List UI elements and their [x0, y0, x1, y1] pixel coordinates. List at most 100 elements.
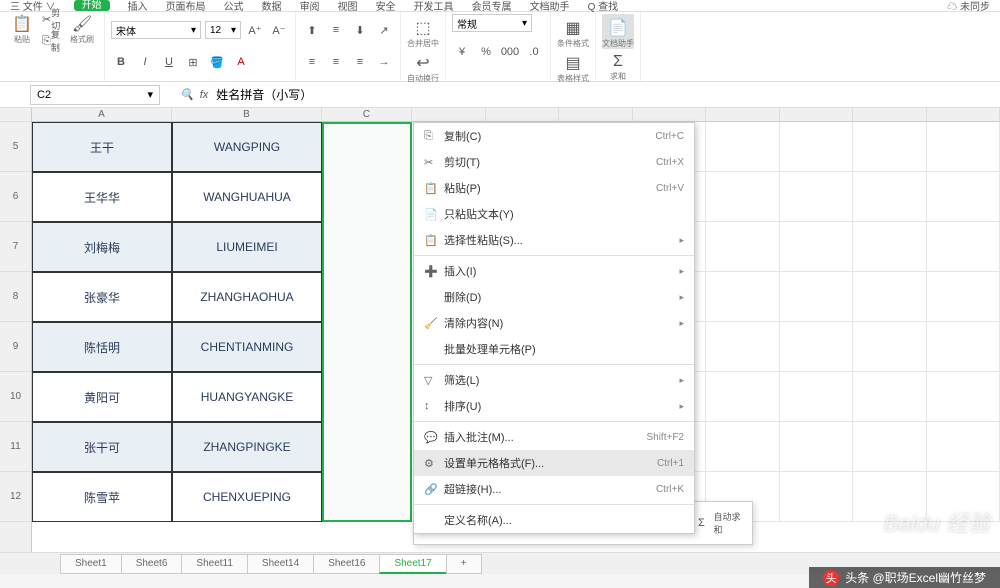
- attribution-text: 头条 @职场Excel幽竹丝梦: [845, 569, 986, 586]
- mini-sum-icon[interactable]: Σ: [693, 514, 709, 532]
- menu-item-link[interactable]: 🔗超链接(H)...Ctrl+K: [414, 476, 694, 502]
- menu-item-cut[interactable]: ✂剪切(T)Ctrl+X: [414, 149, 694, 175]
- cell-a11[interactable]: 张干可: [32, 422, 172, 472]
- row-header[interactable]: 8: [0, 272, 31, 322]
- align-center-icon[interactable]: ≡: [326, 52, 346, 72]
- chevron-down-icon: ▾: [147, 88, 153, 101]
- menu-item-item[interactable]: 删除(D)▸: [414, 284, 694, 310]
- row-header[interactable]: 10: [0, 372, 31, 422]
- sheet-tab-sheet17[interactable]: Sheet17: [379, 554, 446, 574]
- fill-color-icon[interactable]: 🪣: [207, 52, 227, 72]
- cut-icon: ✂: [424, 156, 444, 169]
- menu-item-insert[interactable]: ➕插入(I)▸: [414, 258, 694, 284]
- doc-helper-button[interactable]: 📄文档助手: [602, 14, 634, 49]
- row-header[interactable]: 5: [0, 122, 31, 172]
- cell-b6[interactable]: WANGHUAHUA: [172, 172, 322, 222]
- orient-icon[interactable]: ↗: [374, 20, 394, 40]
- copy-icon: ⎘: [424, 130, 444, 143]
- add-sheet-button[interactable]: +: [446, 554, 482, 574]
- decrease-font-icon[interactable]: A⁻: [269, 20, 289, 40]
- align-bot-icon[interactable]: ⬇: [350, 20, 370, 40]
- cell-style-button[interactable]: ▤表格样式: [557, 49, 589, 84]
- cell-a10[interactable]: 黄阳可: [32, 372, 172, 422]
- cell-a12[interactable]: 陈雪苹: [32, 472, 172, 522]
- menu-item-item[interactable]: 定义名称(A)...: [414, 507, 694, 533]
- sheet-tab-sheet14[interactable]: Sheet14: [247, 554, 314, 574]
- row-header[interactable]: 12: [0, 472, 31, 522]
- ribbon: 📋粘贴 ✂ 剪切 ⎘ 复制 🖌格式刷 宋体▾ 12▾ A⁺ A⁻ B I U ⊞…: [0, 12, 1000, 82]
- menu-item-filter[interactable]: ▽筛选(L)▸: [414, 367, 694, 393]
- cell-b9[interactable]: CHENTIANMING: [172, 322, 322, 372]
- format-painter[interactable]: 🖌格式刷: [66, 10, 98, 50]
- indent-icon[interactable]: →: [374, 52, 394, 72]
- row-header[interactable]: 11: [0, 422, 31, 472]
- menu-item-copy[interactable]: ⎘复制(C)Ctrl+C: [414, 123, 694, 149]
- menu-item-paste[interactable]: 📋粘贴(P)Ctrl+V: [414, 175, 694, 201]
- clear-icon: 🧹: [424, 317, 444, 330]
- underline-icon[interactable]: U: [159, 52, 179, 72]
- percent-icon[interactable]: %: [476, 42, 496, 62]
- chevron-right-icon: ▸: [679, 235, 684, 246]
- font-color-icon[interactable]: A: [231, 52, 251, 72]
- align-mid-icon[interactable]: ≡: [326, 20, 346, 40]
- increase-font-icon[interactable]: A⁺: [245, 20, 265, 40]
- row-header[interactable]: 9: [0, 322, 31, 372]
- copy-button[interactable]: ⎘ 复制: [42, 31, 62, 51]
- menu-item-format[interactable]: ⚙设置单元格格式(F)...Ctrl+1: [414, 450, 694, 476]
- col-header-a[interactable]: A: [32, 108, 172, 122]
- menu-item-comment[interactable]: 💬插入批注(M)...Shift+F2: [414, 424, 694, 450]
- cell-a5[interactable]: 王干: [32, 122, 172, 172]
- cell-b10[interactable]: HUANGYANGKE: [172, 372, 322, 422]
- chevron-right-icon: ▸: [679, 375, 684, 386]
- cell-b7[interactable]: LIUMEIMEI: [172, 222, 322, 272]
- sheet-tab-sheet16[interactable]: Sheet16: [313, 554, 380, 574]
- menu-item-paste-sp2[interactable]: 📋选择性粘贴(S)...▸: [414, 227, 694, 253]
- paste-button[interactable]: 📋粘贴: [6, 10, 38, 50]
- cut-button[interactable]: ✂ 剪切: [42, 9, 62, 29]
- cell-b11[interactable]: ZHANGPINGKE: [172, 422, 322, 472]
- chevron-right-icon: ▸: [679, 266, 684, 277]
- row-header[interactable]: 7: [0, 222, 31, 272]
- number-format-select[interactable]: 常规▾: [452, 14, 532, 32]
- cell-a6[interactable]: 王华华: [32, 172, 172, 222]
- format-icon: ⚙: [424, 457, 444, 470]
- align-right-icon[interactable]: ≡: [350, 52, 370, 72]
- comma-icon[interactable]: 000: [500, 42, 520, 62]
- menu-item-item[interactable]: 批量处理单元格(P): [414, 336, 694, 362]
- menu-item-sort[interactable]: ↕排序(U)▸: [414, 393, 694, 419]
- bold-icon[interactable]: B: [111, 52, 131, 72]
- menu-item-clear[interactable]: 🧹清除内容(N)▸: [414, 310, 694, 336]
- cell-a9[interactable]: 陈恬明: [32, 322, 172, 372]
- sheet-tab-sheet6[interactable]: Sheet6: [121, 554, 183, 574]
- row-header[interactable]: 6: [0, 172, 31, 222]
- inc-dec-icon[interactable]: .0: [524, 42, 544, 62]
- formula-input[interactable]: 姓名拼音（小写）: [216, 86, 312, 103]
- context-menu: ⎘复制(C)Ctrl+C✂剪切(T)Ctrl+X📋粘贴(P)Ctrl+V📄只粘贴…: [413, 122, 695, 534]
- col-header-c[interactable]: C: [322, 108, 412, 122]
- merge-button[interactable]: ⬚合并居中: [407, 14, 439, 49]
- font-name-select[interactable]: 宋体▾: [111, 21, 201, 39]
- cell-b5[interactable]: WANGPING: [172, 122, 322, 172]
- mini-format-btn[interactable]: 自动求和: [714, 514, 746, 532]
- border-icon[interactable]: ⊞: [183, 52, 203, 72]
- menu-item-paste-sp[interactable]: 📄只粘贴文本(Y): [414, 201, 694, 227]
- col-header-b[interactable]: B: [172, 108, 322, 122]
- italic-icon[interactable]: I: [135, 52, 155, 72]
- cell-reference-box[interactable]: C2▾: [30, 85, 160, 105]
- cell-b12[interactable]: CHENXUEPING: [172, 472, 322, 522]
- wrap-button[interactable]: ↩自动换行: [407, 49, 439, 84]
- cell-b8[interactable]: ZHANGHAOHUA: [172, 272, 322, 322]
- font-size-select[interactable]: 12▾: [205, 21, 241, 39]
- zoom-icon[interactable]: 🔍: [180, 88, 194, 101]
- align-left-icon[interactable]: ≡: [302, 52, 322, 72]
- sheet-tab-sheet11[interactable]: Sheet11: [181, 554, 248, 574]
- sheet-tab-sheet1[interactable]: Sheet1: [60, 554, 122, 574]
- fx-icon[interactable]: fx: [200, 89, 209, 101]
- sum-button[interactable]: Σ求和: [602, 49, 634, 82]
- cell-a7[interactable]: 刘梅梅: [32, 222, 172, 272]
- cell-a8[interactable]: 张豪华: [32, 272, 172, 322]
- currency-icon[interactable]: ¥: [452, 42, 472, 62]
- align-top-icon[interactable]: ⬆: [302, 20, 322, 40]
- cond-format-button[interactable]: ▦条件格式: [557, 14, 589, 49]
- watermark: Baidu 经验: [884, 506, 990, 538]
